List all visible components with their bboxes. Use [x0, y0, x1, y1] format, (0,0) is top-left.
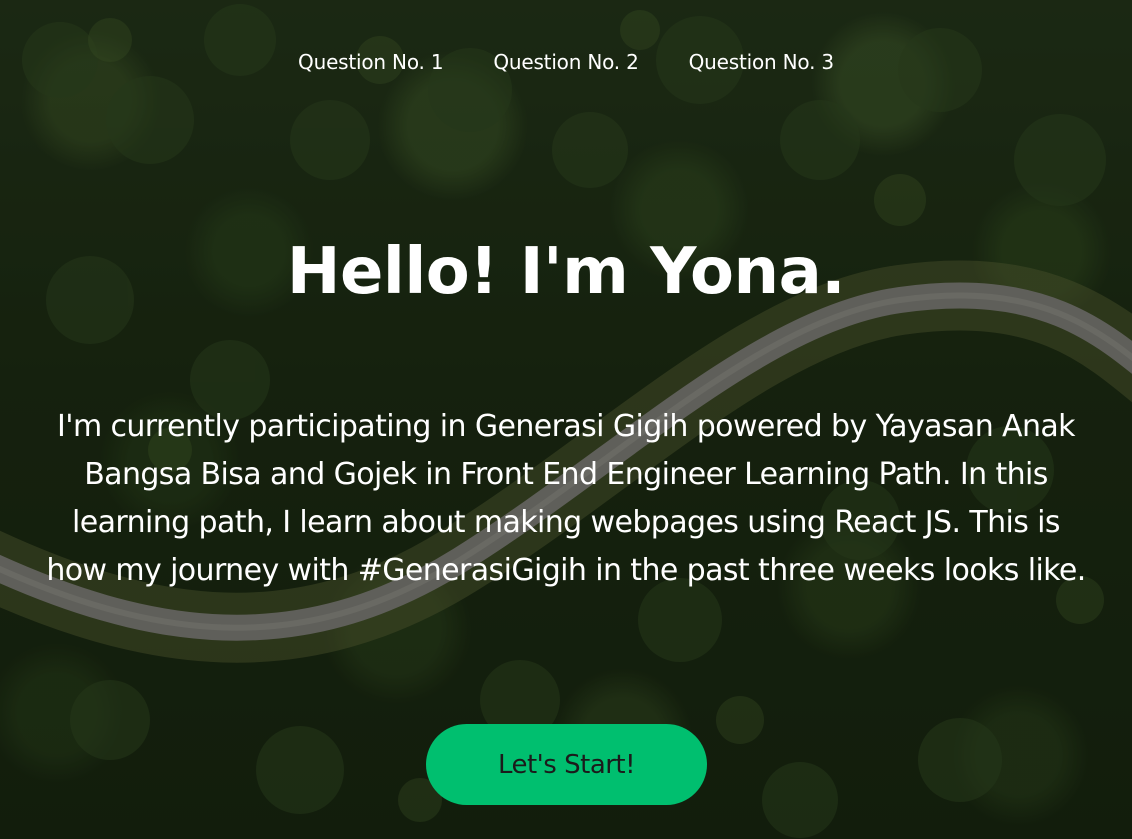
hero-title: Hello! I'm Yona.	[286, 235, 846, 309]
nav-link-question-1[interactable]: Question No. 1	[298, 47, 443, 77]
top-navigation: Question No. 1 Question No. 2 Question N…	[0, 47, 1132, 77]
hero-description: I'm currently participating in Generasi …	[46, 409, 1086, 588]
nav-link-question-3[interactable]: Question No. 3	[689, 47, 834, 77]
nav-link-question-2[interactable]: Question No. 2	[493, 47, 638, 77]
lets-start-button[interactable]: Let's Start!	[426, 724, 707, 805]
hero-section: Question No. 1 Question No. 2 Question N…	[0, 0, 1132, 839]
